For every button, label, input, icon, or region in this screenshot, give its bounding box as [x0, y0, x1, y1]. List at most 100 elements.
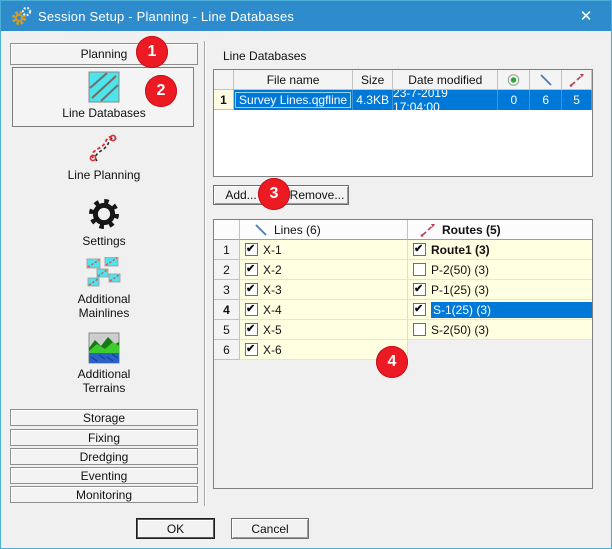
ok-button-label: OK	[167, 522, 184, 536]
file-name-header[interactable]: File name	[234, 70, 353, 90]
annotation-circle-1: 1	[136, 36, 168, 68]
routes-header[interactable]: Routes (5)	[408, 220, 592, 240]
line-checkbox[interactable]	[245, 283, 258, 296]
sidebar-section-dredging[interactable]: Dredging	[10, 448, 198, 465]
route-cell-empty	[408, 340, 592, 360]
sidebar-section-planning[interactable]: Planning	[10, 43, 198, 65]
row-number: 5	[214, 320, 240, 340]
file-date-cell: 23-7-2019 17:04:00	[393, 90, 498, 110]
files-table[interactable]: File name Size Date modified	[213, 69, 593, 177]
line-checkbox[interactable]	[245, 303, 258, 316]
line-label: X-4	[263, 303, 282, 317]
additional-mainlines-icon	[85, 257, 123, 289]
line-label: X-2	[263, 263, 282, 277]
line-checkbox[interactable]	[245, 243, 258, 256]
line-checkbox[interactable]	[245, 263, 258, 276]
line-cell[interactable]: X-3	[240, 280, 408, 300]
add-button-label: Add...	[225, 188, 256, 202]
route-label: S-1(25) (3)	[431, 302, 592, 318]
table-row: 2 X-2 P-2(50) (3)	[214, 260, 592, 280]
dredging-label: Dredging	[80, 450, 129, 464]
table-row: 5 X-5 S-2(50) (3)	[214, 320, 592, 340]
size-header[interactable]: Size	[353, 70, 393, 90]
sidebar-item-additional-terrains[interactable]: Additional Terrains	[9, 332, 199, 395]
detail-number-header	[214, 220, 240, 240]
row-number: 4	[214, 300, 240, 320]
sidebar-section-eventing[interactable]: Eventing	[10, 467, 198, 484]
session-setup-dialog: Session Setup - Planning - Line Database…	[0, 0, 612, 549]
lines-header[interactable]: Lines (6)	[240, 220, 408, 240]
line-label: X-6	[263, 343, 282, 357]
file-row-number: 1	[214, 90, 234, 110]
row-number: 2	[214, 260, 240, 280]
sidebar-item-additional-mainlines[interactable]: Additional Mainlines	[9, 257, 199, 320]
annotation-circle-4: 4	[376, 346, 408, 378]
route-cell[interactable]: S-2(50) (3)	[408, 320, 592, 340]
cancel-button-label: Cancel	[251, 522, 288, 536]
route-checkbox[interactable]	[413, 243, 426, 256]
close-icon[interactable]: ✕	[569, 1, 603, 31]
line-planning-icon	[87, 131, 121, 165]
date-modified-header[interactable]: Date modified	[393, 70, 498, 90]
cancel-button[interactable]: Cancel	[231, 518, 309, 539]
route-checkbox[interactable]	[413, 323, 426, 336]
file-row[interactable]: 1 Survey Lines.qgfline 4.3KB 23-7-2019 1…	[214, 90, 592, 110]
route-checkbox[interactable]	[413, 263, 426, 276]
group-label: Line Databases	[223, 49, 306, 63]
sidebar-section-fixing[interactable]: Fixing	[10, 429, 198, 446]
line-label: X-5	[263, 323, 282, 337]
planning-label: Planning	[81, 47, 128, 61]
sidebar-section-storage[interactable]: Storage	[10, 409, 198, 426]
remove-button-label: Remove...	[290, 188, 345, 202]
lines-header-label: Lines (6)	[274, 223, 321, 237]
file-waypoints-cell: 0	[498, 90, 530, 110]
file-routes-cell: 5	[562, 90, 592, 110]
annotation-circle-3: 3	[258, 178, 290, 210]
remove-button[interactable]: Remove...	[285, 185, 349, 205]
routes-header-label: Routes (5)	[442, 223, 501, 237]
line-cell[interactable]: X-1	[240, 240, 408, 260]
route-cell[interactable]: P-2(50) (3)	[408, 260, 592, 280]
table-row: 3 X-3 P-1(25) (3)	[214, 280, 592, 300]
line-cell[interactable]: X-2	[240, 260, 408, 280]
route-icon	[569, 73, 585, 87]
file-name-value: Survey Lines.qgfline	[235, 92, 351, 108]
gears-icon	[10, 6, 32, 26]
route-checkbox[interactable]	[413, 303, 426, 316]
file-lines-cell: 6	[530, 90, 562, 110]
route-checkbox[interactable]	[413, 283, 426, 296]
file-name-cell[interactable]: Survey Lines.qgfline	[234, 90, 353, 110]
line-icon	[539, 73, 553, 87]
gear-icon	[87, 197, 121, 231]
table-row-selected: 4 X-4 S-1(25) (3)	[214, 300, 592, 320]
waypoint-icon	[506, 73, 521, 87]
sidebar-section-monitoring[interactable]: Monitoring	[10, 486, 198, 503]
additional-terrains-label: Additional Terrains	[64, 367, 144, 395]
waypoint-count-header[interactable]	[498, 70, 530, 90]
route-cell[interactable]: Route1 (3)	[408, 240, 592, 260]
route-label: P-1(25) (3)	[431, 283, 489, 297]
line-icon	[254, 223, 268, 237]
line-count-header[interactable]	[530, 70, 562, 90]
line-checkbox[interactable]	[245, 343, 258, 356]
storage-label: Storage	[83, 411, 125, 425]
route-cell[interactable]: P-1(25) (3)	[408, 280, 592, 300]
ok-button[interactable]: OK	[136, 518, 215, 539]
additional-mainlines-label: Additional Mainlines	[64, 292, 144, 320]
settings-label: Settings	[82, 234, 125, 248]
route-cell-selected[interactable]: S-1(25) (3)	[408, 300, 592, 320]
route-count-header[interactable]	[562, 70, 592, 90]
row-number-header	[214, 70, 234, 90]
line-label: X-1	[263, 243, 282, 257]
line-cell[interactable]: X-5	[240, 320, 408, 340]
sidebar-item-line-planning[interactable]: Line Planning	[9, 131, 199, 182]
row-number: 1	[214, 240, 240, 260]
sidebar-divider	[204, 41, 206, 506]
route-label: Route1 (3)	[431, 243, 490, 257]
files-table-header: File name Size Date modified	[214, 70, 592, 90]
sidebar-item-settings[interactable]: Settings	[9, 197, 199, 248]
additional-terrains-icon	[88, 332, 120, 364]
line-cell[interactable]: X-4	[240, 300, 408, 320]
fixing-label: Fixing	[88, 431, 120, 445]
line-checkbox[interactable]	[245, 323, 258, 336]
